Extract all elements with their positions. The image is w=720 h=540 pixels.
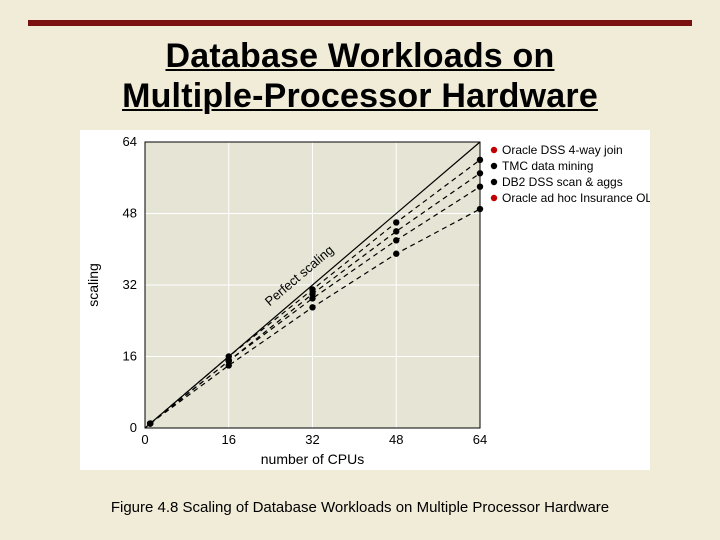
slide-title: Database Workloads on Multiple-Processor… <box>28 36 692 116</box>
chart-svg: 016324864016324864number of CPUsscalingP… <box>80 130 650 470</box>
svg-text:32: 32 <box>123 277 137 292</box>
svg-text:0: 0 <box>141 432 148 447</box>
svg-text:64: 64 <box>123 134 137 149</box>
svg-text:scaling: scaling <box>85 263 101 307</box>
title-line-2: Multiple-Processor Hardware <box>122 77 598 115</box>
svg-text:16: 16 <box>222 432 236 447</box>
header-rule <box>28 20 692 26</box>
figure-caption: Figure 4.8 Scaling of Database Workloads… <box>28 499 692 516</box>
svg-text:48: 48 <box>123 206 137 221</box>
chart: 016324864016324864number of CPUsscalingP… <box>80 130 650 470</box>
svg-text:Oracle DSS 4-way join: Oracle DSS 4-way join <box>502 143 623 157</box>
svg-text:DB2 DSS scan & aggs: DB2 DSS scan & aggs <box>502 175 623 189</box>
svg-text:TMC data mining: TMC data mining <box>502 159 593 173</box>
svg-text:48: 48 <box>389 432 403 447</box>
svg-text:32: 32 <box>305 432 319 447</box>
svg-text:16: 16 <box>123 349 137 364</box>
svg-text:Oracle ad hoc Insurance OLTP: Oracle ad hoc Insurance OLTP <box>502 191 650 205</box>
title-line-1: Database Workloads on <box>165 37 554 75</box>
svg-text:number of CPUs: number of CPUs <box>261 451 364 467</box>
svg-text:64: 64 <box>473 432 487 447</box>
svg-text:0: 0 <box>130 420 137 435</box>
